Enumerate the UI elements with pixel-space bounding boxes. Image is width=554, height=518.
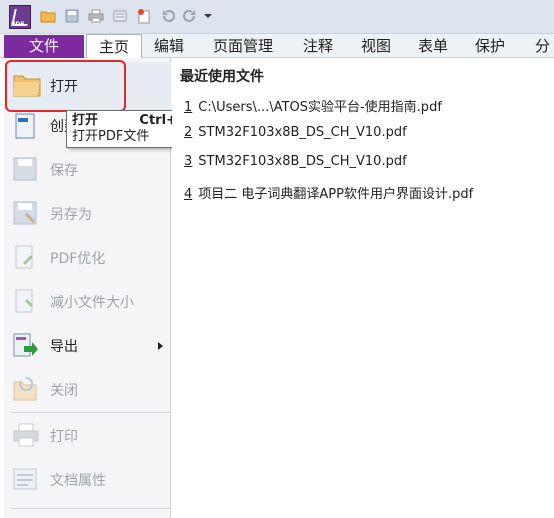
- print-icon: [12, 422, 42, 450]
- tab-home[interactable]: 主页: [86, 34, 142, 59]
- menu-print[interactable]: 打印: [4, 416, 171, 456]
- recent-file-number: 3: [184, 154, 193, 169]
- quick-access-toolbar: PDF: [0, 0, 554, 34]
- tab-file[interactable]: 文件: [4, 35, 84, 58]
- tab-edit[interactable]: 编辑: [154, 34, 184, 58]
- recent-file-number: 2: [184, 125, 193, 140]
- menu-reduce-size[interactable]: 减小文件大小: [4, 282, 171, 322]
- redo-icon[interactable]: [182, 8, 198, 24]
- menu-properties-label: 文档属性: [50, 473, 106, 489]
- document-properties-icon: [12, 466, 42, 494]
- tab-comment[interactable]: 注释: [303, 34, 333, 58]
- recent-file-name: STM32F103x8B_DS_CH_V10.pdf: [198, 125, 407, 140]
- create-pdf-icon: [12, 112, 42, 140]
- recent-file-name: 项目二 电子词典翻译APP软件用户界面设计.pdf: [198, 187, 474, 202]
- menu-close-label: 关闭: [50, 383, 78, 399]
- menu-pdf-optimize-label: PDF优化: [50, 251, 106, 267]
- recent-files-pane: 最近使用文件 1 C:\Users\...\ATOS实验平台-使用指南.pdf 2…: [172, 58, 554, 518]
- recent-file-number: 4: [184, 187, 193, 202]
- menu-save-label: 保存: [50, 163, 78, 179]
- undo-icon[interactable]: [160, 8, 176, 24]
- tab-form[interactable]: 表单: [418, 34, 448, 58]
- tab-more[interactable]: 分: [535, 34, 550, 58]
- new-document-icon[interactable]: [136, 8, 152, 24]
- recent-file-name: STM32F103x8B_DS_CH_V10.pdf: [198, 154, 407, 169]
- menu-divider: [10, 412, 170, 413]
- menu-save-as-label: 另存为: [50, 207, 92, 223]
- menu-pdf-optimize[interactable]: PDF优化: [4, 238, 171, 278]
- recent-file-item[interactable]: 1 C:\Users\...\ATOS实验平台-使用指南.pdf: [184, 96, 442, 115]
- menu-export-label: 导出: [50, 339, 78, 355]
- reduce-size-icon: [12, 288, 42, 316]
- recent-file-item[interactable]: 3 STM32F103x8B_DS_CH_V10.pdf: [184, 154, 407, 169]
- recent-file-item[interactable]: 2 STM32F103x8B_DS_CH_V10.pdf: [184, 125, 407, 140]
- recent-file-item[interactable]: 4 项目二 电子词典翻译APP软件用户界面设计.pdf: [184, 183, 473, 202]
- tooltip-header: 打开 Ctrl+O: [72, 113, 188, 129]
- menu-divider: [10, 508, 170, 509]
- tooltip-title: 打开: [72, 113, 99, 128]
- menu-close[interactable]: 关闭: [4, 370, 171, 410]
- menu-save-as[interactable]: 另存为: [4, 194, 171, 234]
- app-logo-icon: PDF: [9, 5, 31, 29]
- properties-icon[interactable]: [112, 8, 128, 24]
- ribbon-tab-bar: 文件 主页 编辑 页面管理 注释 视图 表单 保护 分: [0, 34, 554, 59]
- tooltip-description: 打开PDF文件: [72, 129, 150, 144]
- menu-print-label: 打印: [50, 429, 78, 445]
- tab-page-manage[interactable]: 页面管理: [213, 34, 273, 58]
- menu-properties[interactable]: 文档属性: [4, 460, 171, 500]
- export-icon: [12, 332, 42, 360]
- tab-view[interactable]: 视图: [361, 34, 391, 58]
- tab-protect[interactable]: 保护: [475, 34, 505, 58]
- save-icon[interactable]: [64, 8, 80, 24]
- menu-save[interactable]: 保存: [4, 150, 171, 190]
- pdf-optimize-icon: [12, 244, 42, 272]
- save-icon: [12, 156, 42, 184]
- menu-reduce-size-label: 减小文件大小: [50, 295, 134, 311]
- close-folder-icon: [12, 376, 42, 404]
- print-icon[interactable]: [88, 8, 104, 24]
- save-as-icon: [12, 200, 42, 228]
- open-folder-icon[interactable]: [40, 8, 56, 24]
- highlight-box: [5, 60, 126, 112]
- recent-file-name: C:\Users\...\ATOS实验平台-使用指南.pdf: [198, 100, 442, 115]
- submenu-arrow-icon: [158, 342, 163, 350]
- menu-export[interactable]: 导出: [4, 326, 171, 366]
- customize-dropdown-icon[interactable]: [203, 8, 213, 24]
- recent-file-number: 1: [184, 100, 193, 115]
- recent-files-title: 最近使用文件: [180, 69, 264, 85]
